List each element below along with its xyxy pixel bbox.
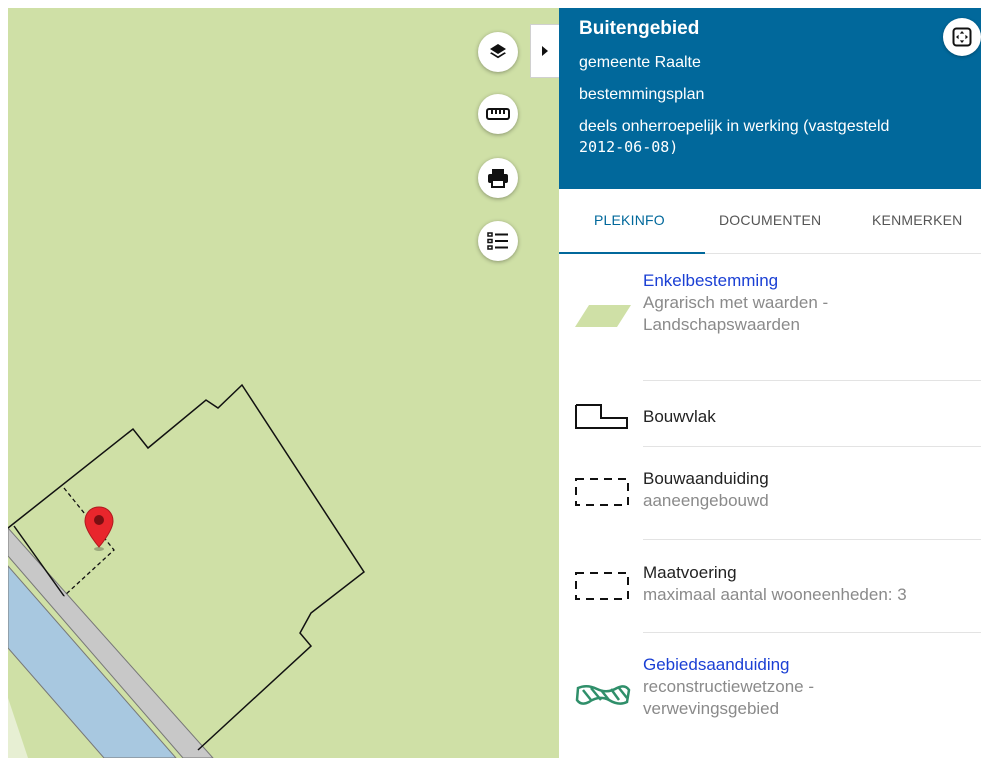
item-title: Bouwvlak: [643, 407, 716, 426]
green-hatched-area-icon: [575, 685, 631, 705]
divider: [643, 539, 981, 540]
light-area: [8, 698, 28, 758]
collapse-panel-button[interactable]: [530, 24, 559, 78]
item-subtitle: reconstructiewetzone -: [643, 677, 815, 696]
item-subtitle: Landschapswaarden: [643, 315, 800, 334]
plan-type: bestemmingsplan: [579, 86, 705, 103]
item-subtitle: aaneengebouwd: [643, 491, 769, 510]
divider: [643, 380, 981, 381]
tab-kenmerken[interactable]: KENMERKEN: [872, 212, 962, 228]
item-title[interactable]: Gebiedsaanduiding: [643, 654, 814, 676]
print-button[interactable]: [478, 158, 518, 198]
item-subtitle: verwevingsgebied: [643, 699, 780, 718]
layers-button[interactable]: [478, 32, 518, 72]
measure-button[interactable]: [478, 94, 518, 134]
divider: [643, 632, 981, 633]
parallelogram-green-icon: [575, 305, 631, 327]
municipality: gemeente Raalte: [579, 54, 701, 71]
location-marker-icon[interactable]: [83, 505, 115, 553]
dashed-rectangle-icon: [575, 572, 629, 600]
active-tab-indicator: [559, 252, 705, 254]
caret-right-icon: [542, 46, 548, 56]
plan-status-date: 2012-06-08): [579, 138, 679, 156]
item-title: Maatvoering: [643, 563, 737, 582]
legend-button[interactable]: [478, 221, 518, 261]
fullscreen-button[interactable]: [943, 18, 981, 56]
panel-tabs: PLEKINFO DOCUMENTEN KENMERKEN: [559, 189, 981, 254]
dashed-rectangle-icon: [575, 478, 629, 506]
ruler-icon: [486, 108, 510, 120]
plan-title: Buitengebied: [579, 18, 700, 39]
water: [8, 565, 177, 758]
info-panel: Buitengebied gemeente Raalte bestemmings…: [559, 8, 981, 758]
panel-header: Buitengebied gemeente Raalte bestemmings…: [559, 8, 981, 189]
item-title: Bouwaanduiding: [643, 469, 769, 488]
tab-plekinfo[interactable]: PLEKINFO: [594, 212, 665, 228]
item-subtitle: maximaal aantal wooneenheden: 3: [643, 585, 907, 604]
map-canvas[interactable]: [8, 8, 559, 758]
item-subtitle: Agrarisch met waarden -: [643, 293, 829, 312]
building-plot-outline-icon: [575, 404, 628, 429]
fullscreen-icon: [952, 27, 972, 47]
item-title[interactable]: Enkelbestemming: [643, 270, 828, 292]
legend-list-icon: [487, 232, 508, 250]
layers-icon: [490, 44, 506, 59]
divider: [643, 446, 981, 447]
map-features: [8, 383, 366, 758]
plan-status: deels onherroepelijk in werking (vastges…: [579, 118, 890, 135]
printer-icon: [488, 169, 508, 188]
tab-documenten[interactable]: DOCUMENTEN: [719, 212, 821, 228]
